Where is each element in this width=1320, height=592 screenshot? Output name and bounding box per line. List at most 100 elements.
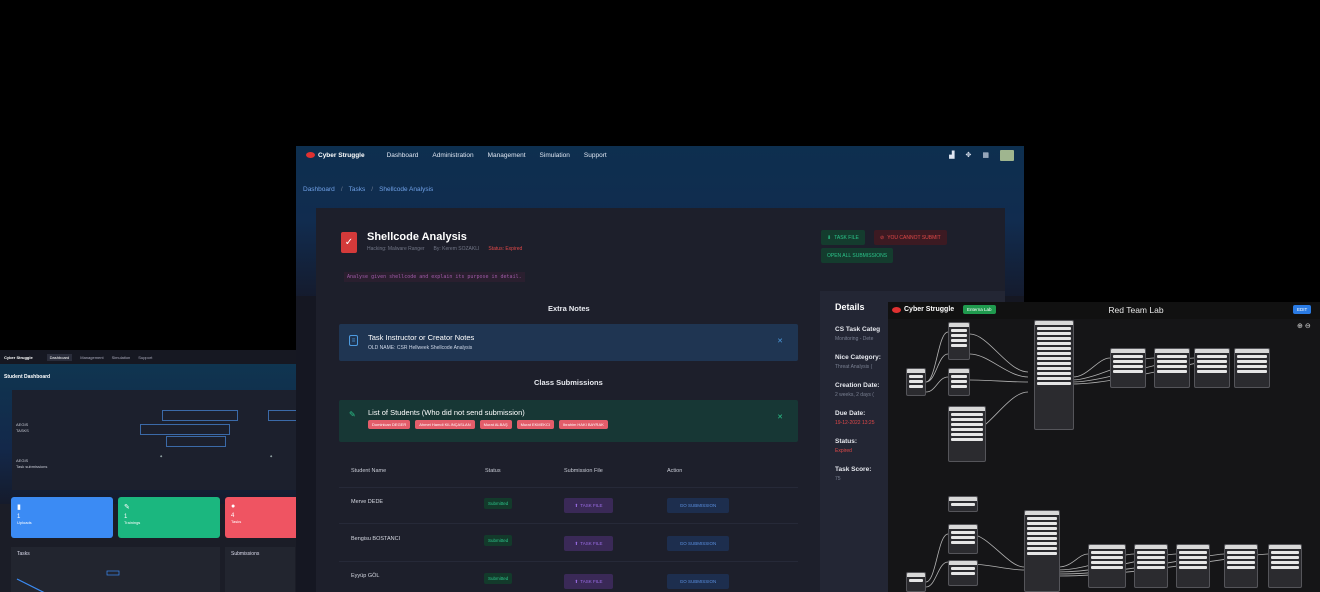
go-submission-button[interactable]: GO SUBMISSION (667, 498, 729, 513)
column-header-student-name[interactable]: Student Name (351, 468, 386, 474)
timeline-row-label: AEGIS (16, 458, 29, 463)
tasks-line-chart (16, 570, 120, 592)
bar-chart-icon[interactable]: ▟ (949, 151, 954, 159)
download-icon: ⬇ (827, 234, 832, 241)
graph-node[interactable] (1134, 544, 1168, 588)
move-arrows-icon[interactable]: ✥ (966, 151, 972, 159)
nav-management[interactable]: Management (488, 152, 526, 159)
graph-node[interactable] (1224, 544, 1258, 588)
student-name-cell: Merve DEDE (351, 499, 384, 505)
graph-node[interactable] (1034, 320, 1074, 430)
graph-node[interactable] (948, 560, 978, 586)
nav-simulation[interactable]: Simulation (540, 152, 570, 159)
timeline-bar[interactable] (166, 436, 226, 447)
bookmark-icon: ▮ (17, 504, 21, 511)
edit-button[interactable]: EDIT (1293, 305, 1312, 314)
zoom-in-icon[interactable]: ⊕ (1297, 322, 1303, 330)
tasks-panel-title: Tasks (17, 551, 30, 557)
breadcrumb-dashboard[interactable]: Dashboard (303, 186, 335, 193)
graph-node[interactable] (1088, 544, 1126, 588)
download-icon: ⬆ (574, 540, 579, 546)
timeline-bar[interactable] (268, 410, 297, 421)
zoom-controls: ⊕ ⊖ (1297, 322, 1311, 330)
task-file-button[interactable]: ⬆ TASK FILE (564, 498, 613, 513)
graph-node[interactable] (1268, 544, 1302, 588)
stat-card-trainings[interactable]: ✎ 1 Trainings (118, 497, 220, 538)
student-chip: Dominican DEGER (368, 420, 411, 429)
task-file-label: TASK FILE (580, 503, 603, 508)
extra-notes-title: Extra Notes (548, 304, 590, 313)
lab-title: Red Team Lab (1108, 305, 1164, 315)
page-title: Shellcode Analysis (367, 231, 467, 243)
student-chip: Murat ALBAŞ (479, 420, 512, 429)
task-description: Analyse given shellcode and explain its … (344, 272, 525, 282)
breadcrumb-separator: / (340, 186, 343, 193)
graph-node[interactable] (948, 524, 978, 554)
task-file-button[interactable]: ⬆ TASK FILE (564, 574, 613, 589)
nav-dashboard[interactable]: Dashboard (387, 152, 419, 159)
nav-right-tools: ▟ ✥ ▦ (949, 149, 1014, 161)
note-document-icon: ≡ (349, 335, 358, 346)
column-header-action[interactable]: Action (667, 468, 682, 474)
graph-node[interactable] (948, 322, 970, 360)
table-divider (339, 561, 798, 562)
stat-label: Tasks (231, 519, 242, 524)
stat-card-uploads[interactable]: ▮ 1 Uploads (11, 497, 113, 538)
screenshot-stage: Cyber Struggle Dashboard Management Simu… (0, 0, 1320, 592)
open-all-label: OPEN ALL SUBMISSIONS (827, 252, 888, 259)
timeline-dot-icon: ◆ (160, 454, 163, 458)
cyber-struggle-logo-icon (306, 152, 315, 158)
pencil-icon: ✎ (124, 504, 130, 511)
graph-node[interactable] (1024, 510, 1060, 592)
close-icon[interactable]: ✕ (777, 337, 783, 345)
instructor-note: ≡ Task Instructor or Creator Notes OLD N… (339, 324, 798, 361)
graph-node[interactable] (1154, 348, 1190, 388)
go-submission-button[interactable]: GO SUBMISSION (667, 536, 729, 551)
task-meta: Hacking: Malware Ranger By: Kerem SOZAKL… (367, 246, 522, 252)
student-bottom-panels: Tasks Submissions (11, 547, 295, 592)
go-submission-button[interactable]: GO SUBMISSION (667, 574, 729, 589)
cannot-submit-button[interactable]: ⊘ YOU CANNOT SUBMIT (874, 230, 947, 245)
task-file-icon: ✓ (341, 232, 357, 253)
timeline-chart: AEGIS TASKS AEGIS Task submissions ◆ ◆ (12, 390, 297, 490)
column-header-submission-file[interactable]: Submission File (564, 468, 603, 474)
task-file-button[interactable]: ⬇ TASK FILE (821, 230, 865, 245)
stat-card-tasks[interactable]: ● 4 Tasks (225, 497, 297, 538)
zoom-out-icon[interactable]: ⊖ (1305, 322, 1311, 330)
nav-dashboard[interactable]: Dashboard (46, 353, 73, 361)
task-file-button[interactable]: ⬆ TASK FILE (564, 536, 613, 551)
graph-node[interactable] (1194, 348, 1230, 388)
breadcrumb: Dashboard / Tasks / Shellcode Analysis (303, 186, 433, 193)
graph-node[interactable] (1176, 544, 1210, 588)
graph-node[interactable] (1234, 348, 1270, 388)
avatar[interactable] (1000, 149, 1014, 161)
breadcrumb-tasks[interactable]: Tasks (349, 186, 366, 193)
tasks-panel: Tasks (11, 547, 220, 592)
pencil-icon: ✎ (349, 410, 356, 419)
graph-node[interactable] (948, 368, 970, 396)
table-divider (339, 523, 798, 524)
timeline-row-label: TASKS (16, 428, 29, 433)
main-navbar: Cyber Struggle Dashboard Administration … (296, 146, 1024, 164)
timeline-bar[interactable] (162, 410, 238, 421)
error-circle-icon: ⊘ (880, 234, 885, 241)
open-all-submissions-button[interactable]: OPEN ALL SUBMISSIONS (821, 248, 894, 263)
close-icon[interactable]: ✕ (777, 413, 783, 421)
graph-node[interactable] (948, 406, 986, 462)
nav-support[interactable]: Support (584, 152, 607, 159)
brand-logo[interactable]: Cyber Struggle (306, 152, 365, 159)
graph-node[interactable] (1110, 348, 1146, 388)
grid-apps-icon[interactable]: ▦ (982, 151, 989, 159)
graph-node[interactable] (906, 572, 926, 592)
nav-management[interactable]: Management (80, 355, 103, 360)
nav-administration[interactable]: Administration (432, 152, 473, 159)
submissions-panel-title: Submissions (231, 551, 260, 557)
graph-node[interactable] (906, 368, 926, 396)
student-logo[interactable]: Cyber Struggle (4, 355, 33, 360)
task-file-label: TASK FILE (580, 579, 603, 584)
nav-support[interactable]: Support (138, 355, 152, 360)
nav-simulation[interactable]: Simulation (112, 355, 131, 360)
timeline-bar[interactable] (140, 424, 230, 435)
column-header-status[interactable]: Status (485, 468, 501, 474)
graph-node[interactable] (948, 496, 978, 512)
